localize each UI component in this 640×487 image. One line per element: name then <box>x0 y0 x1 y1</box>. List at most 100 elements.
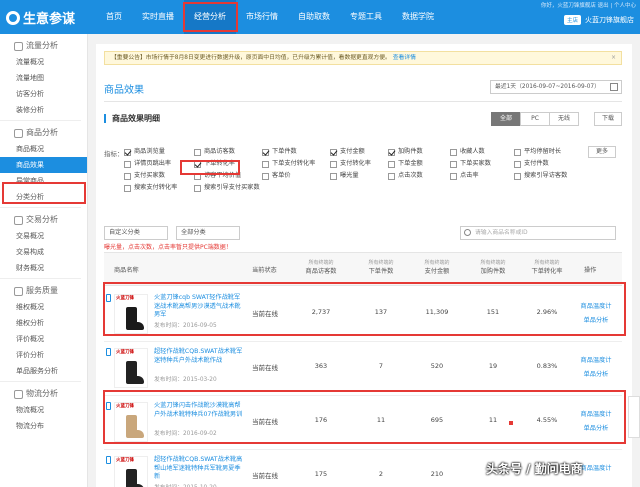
metric-checkbox[interactable]: 客单价 <box>262 170 291 182</box>
sidebar-item-item-service-analysis[interactable]: 单品服务分析 <box>0 363 87 379</box>
metric-checkbox[interactable]: 下单支付转化率 <box>262 158 315 170</box>
sidebar-item-finance-overview[interactable]: 财务概况 <box>0 260 87 276</box>
metric-checkbox[interactable]: 商品浏览量 <box>124 146 165 158</box>
metric-checkbox[interactable]: 搜索支付转化率 <box>124 182 177 194</box>
metric-checkbox[interactable]: 支付转化率 <box>330 158 371 170</box>
sidebar-item-rights-analysis[interactable]: 维权分析 <box>0 315 87 331</box>
sidebar-item-visitor-analysis[interactable]: 访客分析 <box>0 86 87 102</box>
metric-label: 平均停留时长 <box>524 148 562 155</box>
divider <box>0 207 81 208</box>
metric-checkbox[interactable]: 点击率 <box>450 170 479 182</box>
notice-text: 【重要公告】市场行情于8月8日变更进行数据升级，原页面中日均值，已升级为累计值，… <box>111 55 391 61</box>
sidebar-item-traffic-map[interactable]: 流量地图 <box>0 70 87 86</box>
mobile-icon <box>106 456 111 464</box>
metric-checkbox[interactable]: 收藏人数 <box>450 146 485 158</box>
sidebar-item-decor-analysis[interactable]: 装修分析 <box>0 102 87 118</box>
th-rate[interactable]: 所有终端的 下单转化率 <box>522 259 572 275</box>
metric-label: 支付买家数 <box>134 172 165 179</box>
boot-icon <box>123 361 144 385</box>
metric-checkbox[interactable]: 商品访客数 <box>194 146 235 158</box>
sidebar-item-trade-overview[interactable]: 交易概况 <box>0 228 87 244</box>
top-bar: 生意参谋 首页 实时直播 经营分析 市场行情 自助取数 专题工具 数据学院 你好… <box>0 0 640 34</box>
product-name-link[interactable]: 超轻作战靴CQB.SWAT战术靴高帮山地军迷靴特种兵军靴男夏季新 <box>154 456 246 482</box>
user-links[interactable]: 你好，火蓝刀锋旗舰店 退出 | 个人中心 <box>541 1 636 9</box>
metric-checkbox[interactable]: 搜索引导访客数 <box>514 170 567 182</box>
orders-cell: 7 <box>378 362 384 370</box>
metric-checkbox[interactable]: 平均停留时长 <box>514 146 561 158</box>
th-pay[interactable]: 所有终端的 支付金额 <box>414 259 460 275</box>
sidebar-item-logistics-distribution[interactable]: 物流分布 <box>0 418 87 434</box>
sidebar-item-product-effect[interactable]: 商品效果 <box>0 157 87 173</box>
metric-label: 详情页跳出率 <box>134 160 172 167</box>
highlight-sidebar-box <box>2 182 86 204</box>
th-visitors[interactable]: 所有终端的 商品访客数 <box>296 259 346 275</box>
logo-text: 生意参谋 <box>23 12 76 27</box>
nav-self-data[interactable]: 自助取数 <box>288 0 340 34</box>
checkbox-empty-icon <box>450 148 457 156</box>
metric-checkbox[interactable]: 下单买家数 <box>450 158 491 170</box>
logistics-icon <box>14 389 23 399</box>
metric-checkbox[interactable]: 下单件数 <box>262 146 297 158</box>
checkbox-checked-icon <box>388 148 395 156</box>
sidebar-group-head: 流量分析 <box>14 38 87 54</box>
status-cell: 当前在线 <box>252 472 278 480</box>
product-image[interactable]: 火蓝刀锋 <box>114 456 148 487</box>
download-button[interactable]: 下载 <box>594 112 622 126</box>
checkbox-empty-icon <box>194 148 201 156</box>
close-icon[interactable]: × <box>611 52 616 64</box>
category-select-all[interactable]: 全部分类 <box>176 226 240 240</box>
metric-checkbox[interactable]: 支付金额 <box>330 146 365 158</box>
metric-label: 加购件数 <box>398 148 423 155</box>
sidebar-item-rights-overview[interactable]: 维权概况 <box>0 299 87 315</box>
metric-checkbox[interactable]: 加购件数 <box>388 146 423 158</box>
notice-link[interactable]: 查看详情 <box>393 55 416 61</box>
metric-checkbox[interactable]: 搜索引导支付买家数 <box>194 182 260 194</box>
sidebar-item-trade-composition[interactable]: 交易构成 <box>0 244 87 260</box>
metric-checkbox[interactable]: 详情页跳出率 <box>124 158 171 170</box>
nav-tools[interactable]: 专题工具 <box>340 0 392 34</box>
search-icon <box>464 229 471 236</box>
sidebar-group-traffic: 流量分析 流量概况 流量地图 访客分析 装修分析 <box>0 38 87 118</box>
nav-market[interactable]: 市场行情 <box>236 0 288 34</box>
metric-label: 搜索引导访客数 <box>524 172 568 179</box>
checkbox-empty-icon <box>330 172 337 180</box>
sidebar-item-review-analysis[interactable]: 评价分析 <box>0 347 87 363</box>
logo[interactable]: 生意参谋 <box>6 8 75 27</box>
tab-all[interactable]: 全部 <box>491 112 521 126</box>
metric-checkbox[interactable]: 下单金额 <box>388 158 423 170</box>
product-name-link[interactable]: 超轻作战靴CQB.SWAT战术靴军迷特种兵户外战术靴作战 <box>154 348 246 365</box>
shop-switcher[interactable]: 主店 火蓝刀锋旗舰店 <box>563 15 634 25</box>
date-range-picker[interactable]: 最近1天（2016-09-07~2016-09-07） <box>490 80 622 94</box>
metric-checkbox[interactable]: 曝光量 <box>330 170 359 182</box>
nav-live[interactable]: 实时直播 <box>132 0 184 34</box>
more-metrics-button[interactable]: 更多 <box>588 146 616 158</box>
thermometer-link[interactable]: 商品温度计 <box>574 354 618 368</box>
item-analysis-link[interactable]: 单品分析 <box>574 368 618 382</box>
sidebar: 流量分析 流量概况 流量地图 访客分析 装修分析 商品分析 商品概况 商品效果 … <box>0 34 88 487</box>
sidebar-item-traffic-overview[interactable]: 流量概况 <box>0 54 87 70</box>
publish-time: 发布时间：2015-03-20 <box>154 377 217 383</box>
metric-checkbox[interactable]: 点击次数 <box>388 170 423 182</box>
sidebar-item-product-overview[interactable]: 商品概况 <box>0 141 87 157</box>
metric-checkbox[interactable]: 支付买家数 <box>124 170 165 182</box>
notice-bar: 【重要公告】市场行情于8月8日变更进行数据升级，原页面中日均值，已升级为累计值，… <box>104 51 622 65</box>
sidebar-item-review-overview[interactable]: 评价概况 <box>0 331 87 347</box>
metric-checkbox[interactable]: 支付件数 <box>514 158 549 170</box>
checkbox-empty-icon <box>450 160 457 168</box>
checkbox-empty-icon <box>262 160 269 168</box>
nav-home[interactable]: 首页 <box>96 0 132 34</box>
th-cart[interactable]: 所有终端的 加购件数 <box>470 259 516 275</box>
tab-pc[interactable]: PC <box>520 112 550 126</box>
search-input[interactable]: 请输入商品名称或ID <box>460 226 616 240</box>
th-orders[interactable]: 所有终端的 下单件数 <box>358 259 404 275</box>
main-nav: 首页 实时直播 经营分析 市场行情 自助取数 专题工具 数据学院 <box>96 0 444 34</box>
sidebar-item-logistics-overview[interactable]: 物流概况 <box>0 402 87 418</box>
side-toolbar[interactable] <box>628 396 640 438</box>
tab-wireless[interactable]: 无线 <box>549 112 579 126</box>
category-select-custom[interactable]: 自定义分类 <box>104 226 168 240</box>
metric-label: 点击次数 <box>398 172 423 179</box>
metric-label: 搜索支付转化率 <box>134 184 178 191</box>
nav-academy[interactable]: 数据学院 <box>392 0 444 34</box>
table-header: 商品名称 当前状态 所有终端的 商品访客数 所有终端的 下单件数 所有终端的 支付金额… <box>104 252 622 286</box>
product-image[interactable]: 火蓝刀锋 <box>114 348 148 388</box>
